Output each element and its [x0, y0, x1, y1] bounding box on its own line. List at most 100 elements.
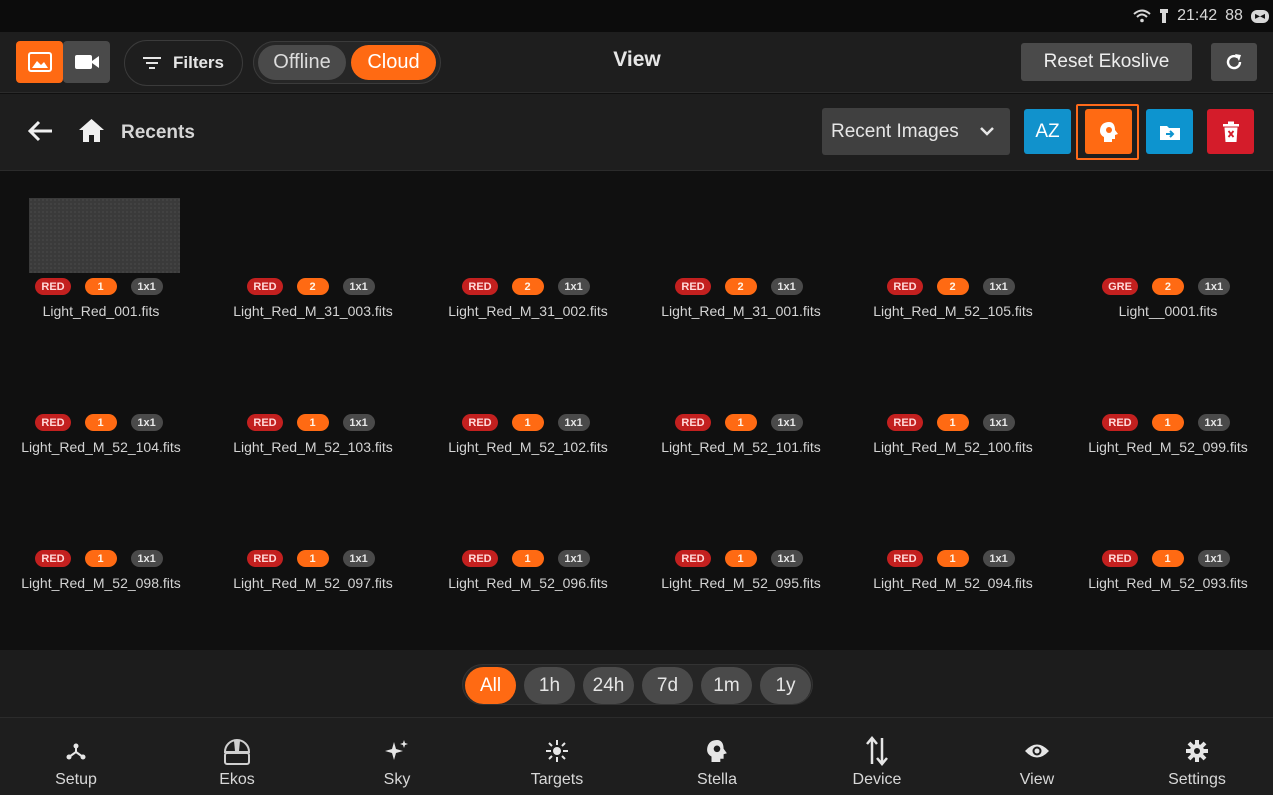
nav-sky[interactable]: Sky [337, 718, 457, 795]
image-filename: Light_Red_M_52_097.fits [233, 575, 393, 591]
nav-label: Settings [1168, 771, 1226, 788]
time-filter-group: All 1h 24h 7d 1m 1y [462, 664, 813, 705]
count-badge: 1 [511, 550, 544, 567]
count-badge: 1 [511, 414, 544, 431]
image-tile[interactable]: RED 1 1x1 Light_Red_M_52_103.fits [221, 308, 401, 455]
nav-ekos[interactable]: Ekos [177, 718, 297, 795]
count-badge: 1 [296, 414, 329, 431]
page-title: View [613, 48, 661, 71]
time-filter-1m[interactable]: 1m [701, 667, 752, 704]
binning-badge: 1x1 [342, 550, 375, 567]
image-tile[interactable]: GRE 2 1x1 Light__0001.fits [1076, 172, 1256, 319]
image-tile[interactable]: RED 2 1x1 Light_Red_M_52_105.fits [861, 172, 1041, 319]
nav-label: Sky [383, 771, 411, 788]
image-tile[interactable]: RED 2 1x1 Light_Red_M_31_003.fits [221, 172, 401, 319]
stella-button[interactable] [1085, 109, 1132, 154]
image-tile[interactable]: RED 2 1x1 Light_Red_M_31_002.fits [436, 172, 616, 319]
sort-az-button[interactable]: AZ [1024, 109, 1071, 154]
image-badges: RED 1 1x1 [221, 550, 401, 567]
image-thumbnail[interactable] [29, 198, 180, 273]
image-source-dropdown[interactable]: Recent Images [822, 108, 1010, 155]
home-icon[interactable] [78, 118, 105, 143]
delete-button[interactable] [1207, 109, 1254, 154]
binning-badge: 1x1 [982, 550, 1015, 567]
time-filter-24h[interactable]: 24h [583, 667, 634, 704]
nav-view[interactable]: View [977, 718, 1097, 795]
image-tile[interactable]: RED 1 1x1 Light_Red_M_52_101.fits [649, 308, 829, 455]
nav-label: Stella [696, 771, 738, 788]
nav-stella[interactable]: Stella [657, 718, 777, 795]
image-tile[interactable]: RED 1 1x1 Light_Red_M_52_098.fits [9, 444, 189, 591]
image-badges: GRE 2 1x1 [1076, 278, 1256, 295]
image-filename: Light_Red_M_52_093.fits [1088, 575, 1248, 591]
nav-label: View [1019, 771, 1055, 788]
binning-badge: 1x1 [1197, 550, 1230, 567]
count-badge: 1 [724, 414, 757, 431]
image-badges: RED 1 1x1 [1076, 550, 1256, 567]
filter-lines-icon [142, 57, 161, 69]
count-badge: 1 [1151, 550, 1184, 567]
offline-option[interactable]: Offline [258, 45, 346, 80]
refresh-icon [1226, 54, 1242, 70]
binning-badge: 1x1 [557, 550, 590, 567]
image-tile[interactable]: RED 1 1x1 Light_Red_M_52_095.fits [649, 444, 829, 591]
binning-badge: 1x1 [130, 414, 163, 431]
count-badge: 1 [84, 414, 117, 431]
folder-arrow-icon [1159, 125, 1180, 140]
back-arrow-icon[interactable] [27, 119, 54, 143]
nav-setup[interactable]: Setup [16, 718, 136, 795]
filters-label: Filters [172, 53, 225, 72]
filter-badge: RED [887, 550, 923, 567]
image-badges: RED 1 1x1 [1076, 414, 1256, 431]
time-filter-7d[interactable]: 7d [642, 667, 693, 704]
image-badges: RED 2 1x1 [649, 278, 829, 295]
filter-badge: RED [462, 550, 498, 567]
image-tile[interactable]: RED 1 1x1 Light_Red_M_52_094.fits [861, 444, 1041, 591]
chevron-down-icon [980, 127, 994, 136]
time-filter-1y[interactable]: 1y [760, 667, 811, 704]
count-badge: 1 [936, 414, 969, 431]
time-filter-1h[interactable]: 1h [524, 667, 575, 704]
binning-badge: 1x1 [130, 278, 163, 295]
image-tile[interactable]: RED 1 1x1 Light_Red_M_52_097.fits [221, 444, 401, 591]
move-to-folder-button[interactable] [1146, 109, 1193, 154]
wifi-icon [1133, 9, 1151, 23]
refresh-button[interactable] [1211, 43, 1257, 81]
filter-badge: RED [35, 278, 71, 295]
image-tile[interactable]: RED 2 1x1 Light_Red_M_31_001.fits [649, 172, 829, 319]
image-tile[interactable]: RED 1 1x1 Light_Red_M_52_104.fits [9, 308, 189, 455]
image-tile[interactable]: RED 1 1x1 Light_Red_M_52_096.fits [436, 444, 616, 591]
image-tile[interactable]: RED 1 1x1 Light_Red_M_52_102.fits [436, 308, 616, 455]
image-tile[interactable]: RED 1 1x1 Light_Red_M_52_099.fits [1076, 308, 1256, 455]
image-badges: RED 1 1x1 [221, 414, 401, 431]
setup-icon [16, 736, 136, 766]
binning-badge: 1x1 [342, 278, 375, 295]
reset-ekoslive-button[interactable]: Reset Ekoslive [1021, 43, 1192, 81]
binning-badge: 1x1 [770, 414, 803, 431]
battery-level: 88 [1225, 7, 1243, 24]
sparkles-icon [337, 736, 457, 766]
video-mode-button[interactable] [63, 41, 110, 83]
image-tile[interactable]: RED 1 1x1 Light_Red_001.fits [9, 172, 189, 319]
image-tile[interactable]: RED 1 1x1 Light_Red_M_52_093.fits [1076, 444, 1256, 591]
top-bar: Filters Offline Cloud View Reset Ekosliv… [0, 32, 1273, 93]
filter-badge: RED [462, 414, 498, 431]
cloud-option[interactable]: Cloud [351, 45, 436, 80]
nav-device[interactable]: Device [817, 718, 937, 795]
image-filename: Light_Red_M_52_094.fits [873, 575, 1033, 591]
battery-icon: ▸◂ [1250, 9, 1269, 23]
image-tile[interactable]: RED 1 1x1 Light_Red_M_52_100.fits [861, 308, 1041, 455]
count-badge: 1 [84, 550, 117, 567]
filters-button[interactable]: Filters [124, 40, 243, 86]
image-badges: RED 2 1x1 [861, 278, 1041, 295]
images-mode-button[interactable] [16, 41, 63, 83]
time-filter-all[interactable]: All [465, 667, 516, 704]
nav-settings[interactable]: Settings [1137, 718, 1257, 795]
nav-targets[interactable]: Targets [497, 718, 617, 795]
count-badge: 1 [1151, 414, 1184, 431]
transfer-arrows-icon [817, 736, 937, 766]
trash-icon [1222, 121, 1239, 142]
observatory-icon [177, 736, 297, 766]
binning-badge: 1x1 [770, 550, 803, 567]
binning-badge: 1x1 [770, 278, 803, 295]
